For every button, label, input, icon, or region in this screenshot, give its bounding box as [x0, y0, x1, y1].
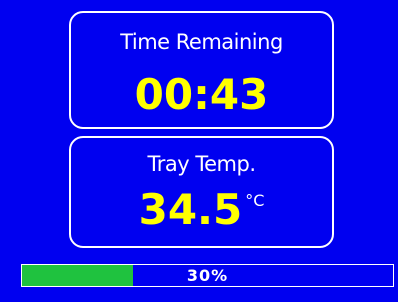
tray-temp-panel: Tray Temp. 34.5 °C — [69, 136, 334, 248]
time-remaining-value: 00:43 — [134, 70, 269, 119]
tray-temp-value: 34.5 — [138, 185, 243, 234]
progress-percent-label: 30% — [186, 266, 229, 285]
time-remaining-label: Time Remaining — [120, 30, 283, 54]
tray-temp-readout: 34.5 °C — [71, 189, 332, 231]
progress-bar: 30% — [21, 264, 394, 287]
tray-temp-label: Tray Temp. — [147, 152, 257, 176]
tray-temp-unit: °C — [245, 191, 265, 210]
time-remaining-panel: Time Remaining 00:43 — [69, 11, 334, 129]
display-screen: Time Remaining 00:43 Tray Temp. 34.5 °C 3… — [0, 0, 398, 302]
